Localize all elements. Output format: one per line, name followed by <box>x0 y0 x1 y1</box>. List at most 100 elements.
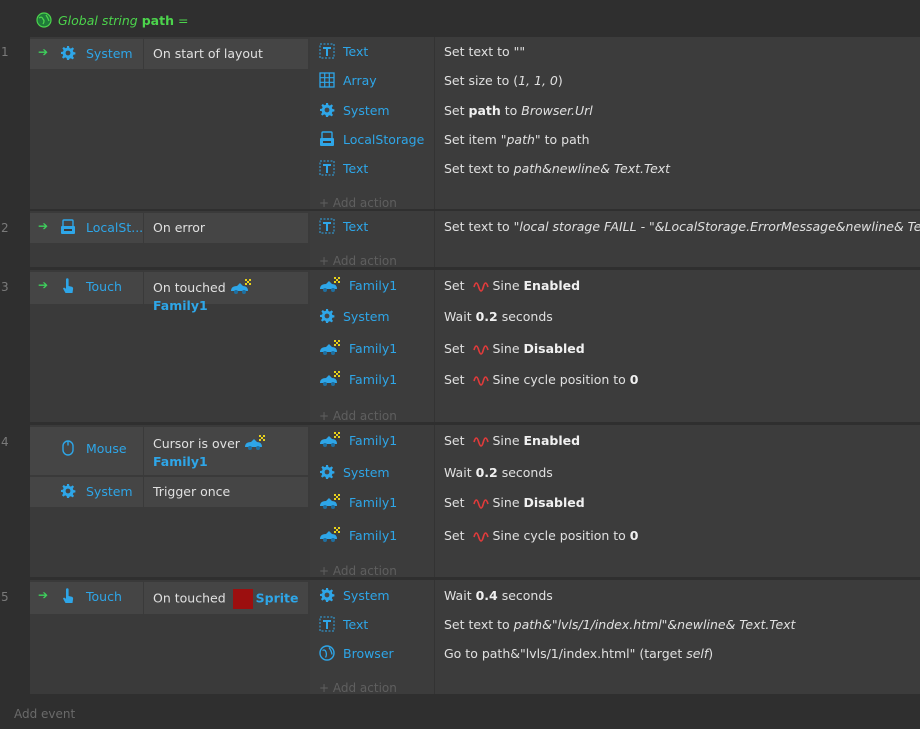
actions-area[interactable]: Family1 Set Sine Enabled System Wait 0.2 se… <box>310 425 920 578</box>
action-text-part: Set text to <box>444 219 514 234</box>
action-row[interactable]: System Set path to Browser.Url <box>310 102 920 122</box>
add-event-link[interactable]: Add event <box>14 707 75 721</box>
condition-text[interactable]: Trigger once <box>143 477 305 507</box>
action-text[interactable]: Set text to "local storage FAILL - "&Loc… <box>444 219 920 234</box>
action-object[interactable]: Text <box>319 218 368 234</box>
action-row[interactable]: LocalStorage Set item "path" to path <box>310 131 920 151</box>
event-block[interactable]: ➔ System On start of layout Text Set text to… <box>30 37 920 210</box>
action-text-part: self <box>686 646 709 661</box>
action-row[interactable]: System Wait 0.4 seconds <box>310 587 920 607</box>
globe-icon <box>36 12 52 28</box>
condition-text[interactable]: Cursor is over Family1 <box>143 427 305 475</box>
action-object[interactable]: System <box>319 587 390 603</box>
action-text[interactable]: Set Sine Disabled <box>444 341 585 358</box>
condition-row[interactable]: ➔ Touch On touched Family1 <box>30 272 308 313</box>
action-row[interactable]: Family1 Set Sine Disabled <box>310 494 920 514</box>
conditions-area[interactable]: ➔ System On start of layout <box>30 37 308 209</box>
action-object[interactable]: Family1 <box>319 340 397 356</box>
condition-text[interactable]: On error <box>143 213 305 243</box>
action-object[interactable]: Family1 <box>319 432 397 448</box>
action-text[interactable]: Set Sine Enabled <box>444 278 580 295</box>
event-block[interactable]: ➔ Touch On touched Sprite System Wait 0.4 se… <box>30 580 920 695</box>
action-object[interactable]: System <box>319 308 390 324</box>
event-block[interactable]: ➔ Touch On touched Family1 Family1 Set Sine … <box>30 270 920 423</box>
condition-row[interactable]: ➔ LocalSt... On error <box>30 213 308 243</box>
event-block[interactable]: ➔ LocalSt... On error Text Set text to "loca… <box>30 211 920 268</box>
action-object[interactable]: Browser <box>319 645 394 661</box>
action-text[interactable]: Wait 0.2 seconds <box>444 465 553 480</box>
condition-object[interactable]: Mouse <box>60 440 127 456</box>
add-action-link[interactable]: + Add action <box>319 564 397 578</box>
action-row[interactable]: System Wait 0.2 seconds <box>310 464 920 484</box>
action-object[interactable]: Family1 <box>319 527 397 543</box>
actions-area[interactable]: Text Set text to "" Array Set size to (1, 1… <box>310 37 920 210</box>
action-row[interactable]: Text Set text to path&"lvls/1/index.html"… <box>310 616 920 636</box>
event-block[interactable]: Mouse Cursor is over Family1 System Trigger… <box>30 425 920 578</box>
action-text[interactable]: Set size to (1, 1, 0) <box>444 73 563 88</box>
action-text[interactable]: Set text to path&newline& Text.Text <box>444 161 670 176</box>
action-object[interactable]: Array <box>319 72 377 88</box>
condition-object[interactable]: Touch <box>60 278 122 294</box>
actions-area[interactable]: Family1 Set Sine Enabled System Wait 0.2 se… <box>310 270 920 423</box>
add-action-link[interactable]: + Add action <box>319 681 397 695</box>
action-object[interactable]: Text <box>319 160 368 176</box>
condition-object[interactable]: System <box>60 483 133 499</box>
action-row[interactable]: System Wait 0.2 seconds <box>310 308 920 328</box>
action-text[interactable]: Set Sine Enabled <box>444 433 580 450</box>
action-text[interactable]: Set text to "" <box>444 44 525 59</box>
action-object[interactable]: Family1 <box>319 371 397 387</box>
conditions-area[interactable]: Mouse Cursor is over Family1 System Trigger… <box>30 425 308 577</box>
action-row[interactable]: Text Set text to "local storage FAILL - "… <box>310 218 920 238</box>
condition-object[interactable]: Touch <box>60 588 122 604</box>
action-text[interactable]: Set Sine Disabled <box>444 495 585 512</box>
action-row[interactable]: Family1 Set Sine cycle position to 0 <box>310 371 920 391</box>
conditions-area[interactable]: ➔ Touch On touched Sprite <box>30 580 308 694</box>
actions-area[interactable]: System Wait 0.4 seconds Text Set text to pa… <box>310 580 920 695</box>
condition-row[interactable]: ➔ Touch On touched Sprite <box>30 582 308 614</box>
condition-text[interactable]: On touched Family1 <box>143 272 305 313</box>
action-text[interactable]: Go to path&"lvls/1/index.html" (target s… <box>444 646 713 661</box>
sprite-name: Sprite <box>255 590 299 606</box>
action-row[interactable]: Family1 Set Sine Disabled <box>310 340 920 360</box>
action-row[interactable]: Family1 Set Sine Enabled <box>310 277 920 297</box>
condition-row[interactable]: System Trigger once <box>30 477 308 507</box>
actions-area[interactable]: Text Set text to "local storage FAILL - "… <box>310 211 920 268</box>
action-row[interactable]: Array Set size to (1, 1, 0) <box>310 72 920 92</box>
conditions-area[interactable]: ➔ Touch On touched Family1 <box>30 270 308 422</box>
action-text[interactable]: Set text to path&"lvls/1/index.html"&new… <box>444 617 795 632</box>
action-object[interactable]: Text <box>319 43 368 59</box>
add-action-link[interactable]: + Add action <box>319 254 397 268</box>
action-object-name: Array <box>343 72 377 88</box>
condition-row[interactable]: Mouse Cursor is over Family1 <box>30 427 308 475</box>
action-row[interactable]: Browser Go to path&"lvls/1/index.html" (t… <box>310 645 920 665</box>
action-text-part: Go to path&"lvls/1/index.html" (target <box>444 646 687 661</box>
action-text[interactable]: Wait 0.2 seconds <box>444 309 553 324</box>
action-text[interactable]: Set Sine cycle position to 0 <box>444 528 638 545</box>
action-object[interactable]: Text <box>319 616 368 632</box>
add-action-link[interactable]: + Add action <box>319 409 397 423</box>
condition-text[interactable]: On start of layout <box>143 39 305 69</box>
condition-text[interactable]: On touched Sprite <box>143 582 305 614</box>
action-row[interactable]: Text Set text to path&newline& Text.Text <box>310 160 920 180</box>
action-object[interactable]: System <box>319 464 390 480</box>
action-row[interactable]: Text Set text to "" <box>310 43 920 63</box>
action-object[interactable]: Family1 <box>319 494 397 510</box>
condition-object[interactable]: System <box>60 45 133 61</box>
action-object[interactable]: Family1 <box>319 277 397 293</box>
action-object[interactable]: System <box>319 102 390 118</box>
action-text-part: Set text to "" <box>444 44 526 59</box>
action-text[interactable]: Wait 0.4 seconds <box>444 588 553 603</box>
action-object[interactable]: LocalStorage <box>319 131 424 147</box>
action-text[interactable]: Set path to Browser.Url <box>444 103 593 118</box>
global-variable-row[interactable]: Global string path = <box>0 0 920 37</box>
action-text[interactable]: Set Sine cycle position to 0 <box>444 372 638 389</box>
conditions-area[interactable]: ➔ LocalSt... On error <box>30 211 308 267</box>
action-text[interactable]: Set item "path" to path <box>444 132 590 147</box>
action-row[interactable]: Family1 Set Sine cycle position to 0 <box>310 527 920 547</box>
family-name: Family1 <box>153 298 208 313</box>
condition-object[interactable]: LocalSt... <box>60 219 143 235</box>
add-action-link[interactable]: + Add action <box>319 196 397 210</box>
action-row[interactable]: Family1 Set Sine Enabled <box>310 432 920 452</box>
condition-label: On start of layout <box>153 46 263 61</box>
condition-row[interactable]: ➔ System On start of layout <box>30 39 308 69</box>
